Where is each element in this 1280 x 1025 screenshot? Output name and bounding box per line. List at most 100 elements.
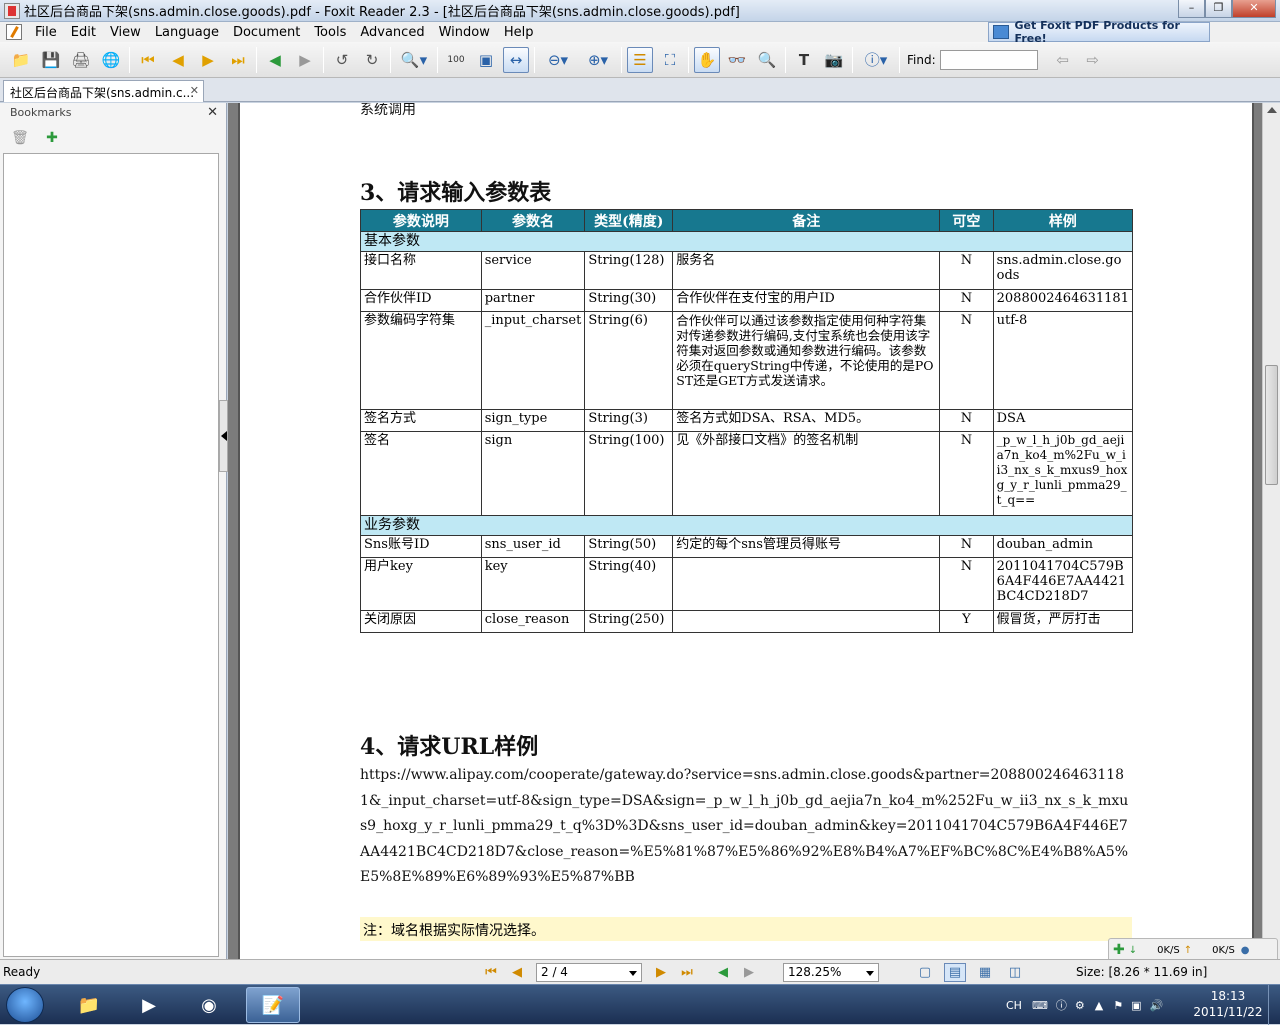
find-next-icon[interactable]: ⇨ (1080, 47, 1106, 73)
promo-banner[interactable]: Get Foxit PDF Products for Free! (988, 19, 1210, 45)
language-indicator[interactable]: CH (1006, 999, 1022, 1012)
promo-icon (993, 25, 1009, 39)
start-button[interactable] (6, 987, 44, 1023)
first-page-icon[interactable]: ⏮ (480, 962, 502, 982)
previous-page-icon[interactable]: ◀ (165, 47, 191, 73)
main-toolbar: 📁 💾 🖨 🌐 ⏮ ◀ ▶ ⏭ ◀ ▶ ↺ ↻ 🔍▾ 100 ▣ ↔ ⊖▾ ⊕▾… (0, 42, 1280, 78)
first-page-icon[interactable]: ⏮ (135, 47, 161, 73)
bookmark-panel-icon[interactable]: ☰ (627, 46, 653, 73)
close-bookmarks-icon[interactable]: ✕ (207, 105, 218, 120)
open-folder-icon[interactable]: 📁 (8, 47, 34, 73)
table-row: 关闭原因 close_reason String(250) Y 假冒货，严厉打击 (360, 610, 1134, 633)
keyboard-icon[interactable]: ⌨ (1032, 999, 1048, 1012)
help-icon[interactable]: ⓘ (1056, 997, 1067, 1013)
show-desktop-button[interactable] (1268, 985, 1280, 1025)
action-center-icon[interactable]: ⚑ (1113, 999, 1123, 1012)
close-tab-icon[interactable]: ✕ (190, 84, 199, 97)
table-header: 样例 (992, 209, 1134, 232)
menu-advanced[interactable]: Advanced (353, 25, 431, 40)
scroll-thumb[interactable] (1265, 365, 1278, 485)
print-icon[interactable]: 🖨 (68, 47, 94, 73)
maximize-button[interactable]: ❐ (1205, 0, 1232, 18)
table-row: 签名 sign String(100) 见《外部接口文档》的签名机制 N _p_… (360, 431, 1134, 516)
web-icon[interactable]: 🌐 (98, 47, 124, 73)
rotate-right-icon[interactable]: ↻ (359, 47, 385, 73)
pdf-app-icon (4, 2, 20, 19)
continuous-facing-icon[interactable]: ◫ (1004, 963, 1026, 982)
continuous-page-icon[interactable]: ▤ (944, 963, 966, 982)
text-select-icon[interactable]: T (791, 47, 817, 73)
find-input[interactable] (939, 49, 1038, 70)
panel-collapse-handle[interactable] (219, 400, 228, 472)
last-page-icon[interactable]: ⏭ (225, 47, 251, 73)
page-number-input[interactable]: 2 / 4 (536, 962, 642, 982)
save-icon[interactable]: 💾 (38, 47, 64, 73)
back-icon[interactable]: ◀ (712, 962, 734, 982)
show-hidden-icons[interactable]: ▲ (1095, 999, 1103, 1012)
actual-size-icon[interactable]: 100 (443, 47, 469, 73)
fit-page-icon[interactable]: ▣ (473, 47, 499, 73)
last-page-icon[interactable]: ⏭ (676, 962, 698, 982)
single-page-icon[interactable]: ▢ (914, 963, 936, 982)
info-icon[interactable]: ⓘ▾ (858, 47, 894, 73)
document-tab[interactable]: 社区后台商品下架(sns.admin.c... ✕ (3, 80, 204, 102)
add-bookmark-icon[interactable]: ✚ (42, 128, 62, 148)
table-row: 参数编码字符集 _input_charset String(6) 合作伙伴可以通… (360, 311, 1134, 410)
close-button[interactable]: ✕ (1232, 0, 1276, 18)
table-row: 合作伙伴ID partner String(30) 合作伙伴在支付宝的用户ID … (360, 289, 1134, 312)
download-arrow-icon: ↓ (1128, 944, 1138, 956)
zoom-out-icon[interactable]: ⊖▾ (540, 47, 576, 73)
minimize-button[interactable]: – (1178, 0, 1205, 18)
zoom-in-tool-icon[interactable]: 🔍▾ (396, 47, 432, 73)
menu-language[interactable]: Language (148, 25, 226, 40)
bookmarks-list[interactable] (3, 153, 219, 957)
hand-tool-icon[interactable]: ✋ (694, 46, 720, 73)
network-add-icon: ✚ (1113, 942, 1125, 958)
menu-edit[interactable]: Edit (64, 25, 103, 40)
pdf-page: 系统调用 3、请求输入参数表 参数说明 参数名 类型(精度) 备注 可空 样例 … (238, 103, 1254, 959)
next-page-icon[interactable]: ▶ (195, 47, 221, 73)
table-header: 可空 (939, 209, 994, 232)
find-previous-icon[interactable]: ⇦ (1050, 47, 1076, 73)
network-menu-icon: ● (1240, 944, 1250, 956)
previous-page-icon[interactable]: ◀ (506, 962, 528, 982)
document-viewer[interactable]: 系统调用 3、请求输入参数表 参数说明 参数名 类型(精度) 备注 可空 样例 … (228, 103, 1262, 959)
network-icon[interactable]: ▣ (1131, 999, 1141, 1012)
snapshot-icon[interactable]: 📷 (821, 47, 847, 73)
explorer-task-icon[interactable]: 📁 (62, 987, 116, 1023)
scroll-up-icon[interactable] (1267, 107, 1277, 113)
menu-window[interactable]: Window (432, 25, 497, 40)
menu-document[interactable]: Document (226, 25, 307, 40)
upload-speed: 0K/S (1212, 944, 1235, 956)
menu-view[interactable]: View (103, 25, 148, 40)
zoom-select[interactable]: 128.25% (783, 963, 879, 982)
menu-file[interactable]: File (28, 25, 64, 40)
volume-icon[interactable]: 🔊 (1149, 999, 1163, 1012)
next-page-icon[interactable]: ▶ (650, 962, 672, 982)
glasses-icon[interactable]: 👓 (724, 47, 750, 73)
media-player-task-icon[interactable]: ▶ (122, 987, 176, 1023)
zoom-in-icon[interactable]: ⊕▾ (580, 47, 616, 73)
table-row: 签名方式 sign_type String(3) 签名方式如DSA、RSA、MD… (360, 409, 1134, 432)
clock[interactable]: 18:13 2011/11/22 (1188, 988, 1268, 1020)
back-icon[interactable]: ◀ (262, 47, 288, 73)
menu-help[interactable]: Help (497, 25, 541, 40)
ie-task-icon[interactable]: ◉ (182, 987, 236, 1023)
fit-width-icon[interactable]: ↔ (503, 46, 529, 73)
clock-time: 18:13 (1210, 989, 1246, 1003)
ime-icon[interactable]: ⚙ (1075, 999, 1085, 1012)
delete-bookmark-icon[interactable]: 🗑 (10, 128, 30, 148)
forward-icon[interactable]: ▶ (738, 962, 760, 982)
bookmarks-title: Bookmarks (10, 106, 72, 119)
status-ready: Ready (3, 965, 41, 979)
document-edit-icon[interactable] (6, 24, 22, 40)
binoculars-icon[interactable]: 🔍 (754, 47, 780, 73)
vertical-scrollbar[interactable] (1262, 103, 1280, 959)
foxit-task-icon[interactable]: 📝 (246, 987, 300, 1023)
menu-tools[interactable]: Tools (307, 25, 353, 40)
rotate-left-icon[interactable]: ↺ (329, 47, 355, 73)
facing-page-icon[interactable]: ▦ (974, 963, 996, 982)
domain-note: 注：域名根据实际情况选择。 (360, 917, 1132, 941)
forward-icon[interactable]: ▶ (292, 47, 318, 73)
fullscreen-icon[interactable]: ⛶ (657, 47, 683, 73)
